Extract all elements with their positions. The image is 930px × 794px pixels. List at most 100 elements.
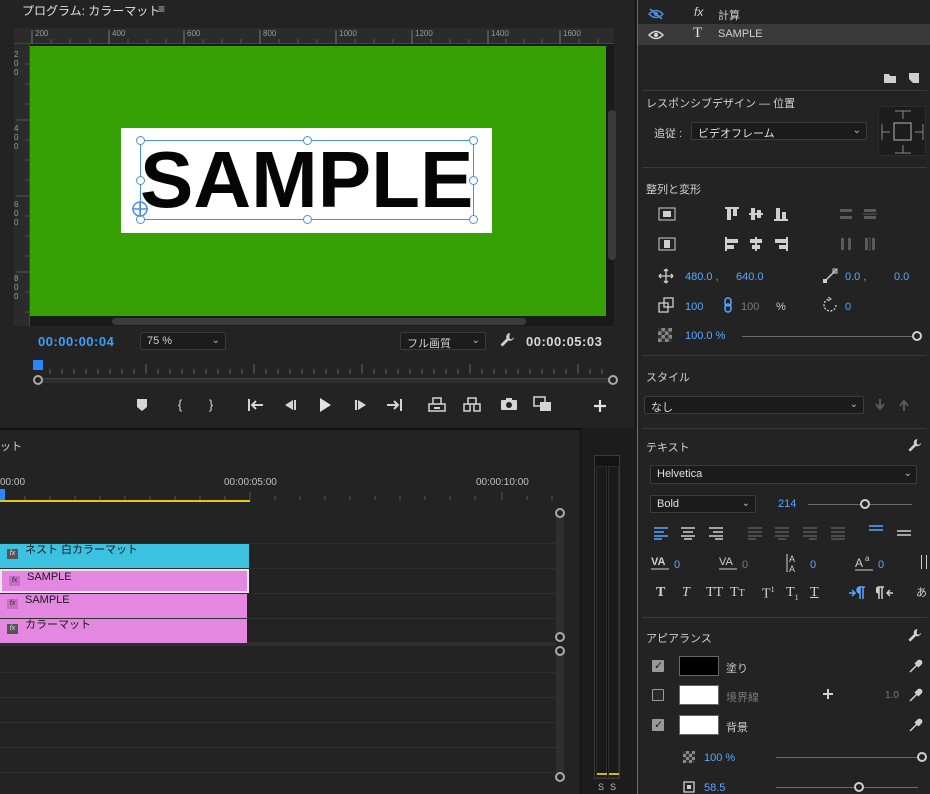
underline-icon[interactable]: T [810,585,819,601]
position-x-value[interactable]: 480.0 , [685,271,719,283]
scroll-knob[interactable] [555,646,565,656]
align-center-icon[interactable] [748,236,764,252]
follow-target-select[interactable]: ビデオフレーム ⌄ [691,122,867,140]
background-size-slider-track[interactable] [776,787,918,788]
wrench-icon[interactable] [499,332,515,348]
go-to-in-icon[interactable] [247,398,265,412]
video-tracks-scrollbar[interactable] [556,512,564,638]
subscript-icon[interactable]: T1 [786,585,799,602]
align-text-middle-icon[interactable] [896,526,912,540]
eye-icon[interactable] [648,29,664,41]
font-size-value[interactable]: 214 [778,498,796,510]
stroke-color-swatch[interactable] [679,685,719,705]
work-area-bar[interactable] [0,500,250,502]
current-timecode[interactable]: 00:00:00:04 [38,334,114,349]
new-layer-icon[interactable] [907,71,921,85]
leading-value[interactable]: 0 [810,559,816,571]
playhead-marker[interactable] [33,360,43,370]
background-checkbox[interactable] [652,718,664,731]
scale-linked-value[interactable]: 100 [741,301,759,313]
fill-checkbox[interactable] [652,659,664,672]
faux-italic-icon[interactable]: T [682,585,690,601]
fill-color-swatch[interactable] [679,656,719,676]
lift-icon[interactable] [427,396,447,412]
resize-handle[interactable] [303,136,312,145]
solo-button-right[interactable]: S [610,782,616,792]
background-color-swatch[interactable] [679,715,719,735]
wrench-icon[interactable] [907,438,922,453]
vertical-text-icon[interactable]: あ [916,584,927,600]
rotation-value[interactable]: 0 [845,301,851,313]
align-top-icon[interactable] [724,206,740,222]
new-group-folder-icon[interactable] [883,72,897,84]
vertical-scrollbar[interactable] [608,110,616,260]
small-caps-icon[interactable]: TT [730,585,745,601]
rtl-text-direction-icon[interactable] [876,586,894,600]
clip-sample-selected[interactable]: fx SAMPLE [0,569,249,593]
background-opacity-slider-track[interactable] [776,757,918,758]
mark-out-icon[interactable]: } [201,396,221,414]
mini-timeline-ruler[interactable] [38,362,614,374]
style-select[interactable]: なし ⌄ [644,396,864,414]
pin-to-edges-widget[interactable] [878,106,926,156]
horizontal-scrollbar[interactable] [112,318,526,325]
step-forward-icon[interactable] [353,398,369,412]
clip-nested[interactable]: fx ネスト 白カラーマット [0,544,249,568]
anchor-x-value[interactable]: 0.0 , [845,271,866,283]
background-size-value[interactable]: 58.5 [704,782,725,794]
marker-icon[interactable] [136,398,148,412]
align-middle-icon[interactable] [748,206,764,222]
font-family-select[interactable]: Helvetica ⌄ [650,465,917,484]
stroke-checkbox[interactable] [652,689,664,701]
export-frame-icon[interactable] [500,397,518,411]
eye-hidden-icon[interactable] [648,8,664,20]
resize-handle[interactable] [469,176,478,185]
mini-timeline-scrollbar[interactable] [38,378,614,383]
eyedropper-icon[interactable] [908,687,924,703]
align-text-center-icon[interactable] [680,526,696,540]
align-bottom-icon[interactable] [773,206,789,222]
background-opacity-slider-knob[interactable] [917,752,927,762]
align-horizontal-center-icon[interactable] [658,237,676,251]
clip-sample[interactable]: fx SAMPLE [0,594,247,618]
align-right-icon[interactable] [773,236,789,252]
play-icon[interactable] [318,397,332,413]
scroll-knob[interactable] [555,632,565,642]
clip-color-matte[interactable]: fx カラーマット [0,619,247,643]
solo-button-left[interactable]: S [598,782,604,792]
superscript-icon[interactable]: T1 [762,585,775,603]
align-left-icon[interactable] [724,236,740,252]
resize-handle[interactable] [136,176,145,185]
align-text-right-icon[interactable] [708,526,724,540]
opacity-value[interactable]: 100.0 % [685,330,725,342]
step-back-icon[interactable] [282,398,298,412]
wrench-icon[interactable] [907,628,922,643]
panel-menu-icon[interactable]: ≡ [158,2,165,16]
eyedropper-icon[interactable] [908,658,924,674]
add-button-icon[interactable] [593,399,607,413]
all-caps-icon[interactable]: TT [706,585,723,601]
compare-icon[interactable] [533,396,553,412]
resize-handle[interactable] [469,136,478,145]
resize-handle[interactable] [136,136,145,145]
timeline-ruler[interactable] [0,492,556,500]
scroll-handle-left[interactable] [33,375,43,385]
extract-icon[interactable] [462,396,482,412]
add-stroke-icon[interactable] [822,688,834,700]
align-vertical-center-icon[interactable] [658,207,676,221]
opacity-slider-track[interactable] [742,336,912,337]
playback-resolution-select[interactable]: フル画質 ⌄ [400,332,486,350]
font-weight-select[interactable]: Bold ⌄ [650,495,756,513]
align-text-top-icon[interactable] [868,524,884,538]
zoom-level-select[interactable]: 75 % ⌄ [140,332,226,350]
align-text-left-icon[interactable] [653,526,669,540]
resize-handle[interactable] [303,215,312,224]
scroll-knob[interactable] [555,772,565,782]
eyedropper-icon[interactable] [908,717,924,733]
font-size-slider-knob[interactable] [860,499,870,509]
background-size-slider-knob[interactable] [854,782,864,792]
tracking-value[interactable]: 0 [742,559,748,571]
scale-value[interactable]: 100 [685,301,703,313]
background-opacity-value[interactable]: 100 % [704,752,735,764]
anchor-point-icon[interactable] [131,200,149,218]
